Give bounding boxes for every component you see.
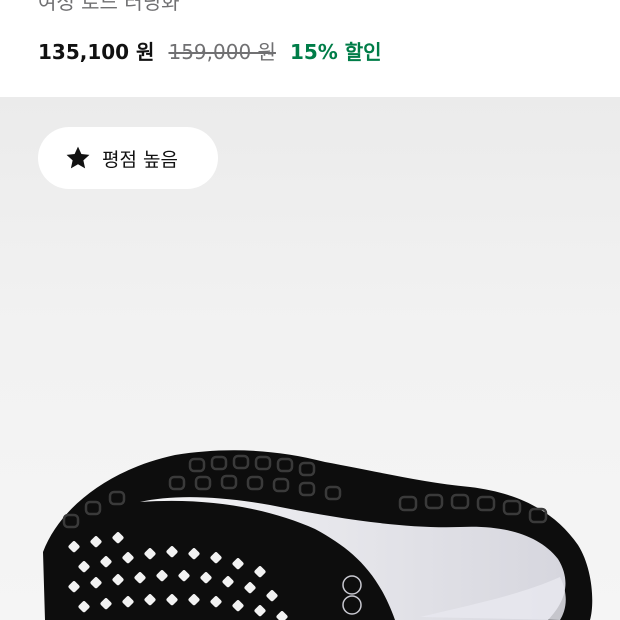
original-price: 159,000 원 bbox=[168, 39, 276, 64]
badge-label: 평점 높음 bbox=[102, 148, 178, 171]
price-row: 135,100 원 159,000 원 15% 할인 bbox=[38, 34, 382, 66]
discount-label: 15% 할인 bbox=[289, 39, 382, 64]
rating-badge: 평점 높음 bbox=[38, 127, 218, 189]
product-image-area[interactable]: 평점 높음 bbox=[0, 97, 620, 620]
star-icon bbox=[66, 146, 90, 169]
current-price: 135,100 원 bbox=[38, 39, 155, 64]
product-subtitle: 여성 로드 러닝화 bbox=[38, 0, 180, 14]
